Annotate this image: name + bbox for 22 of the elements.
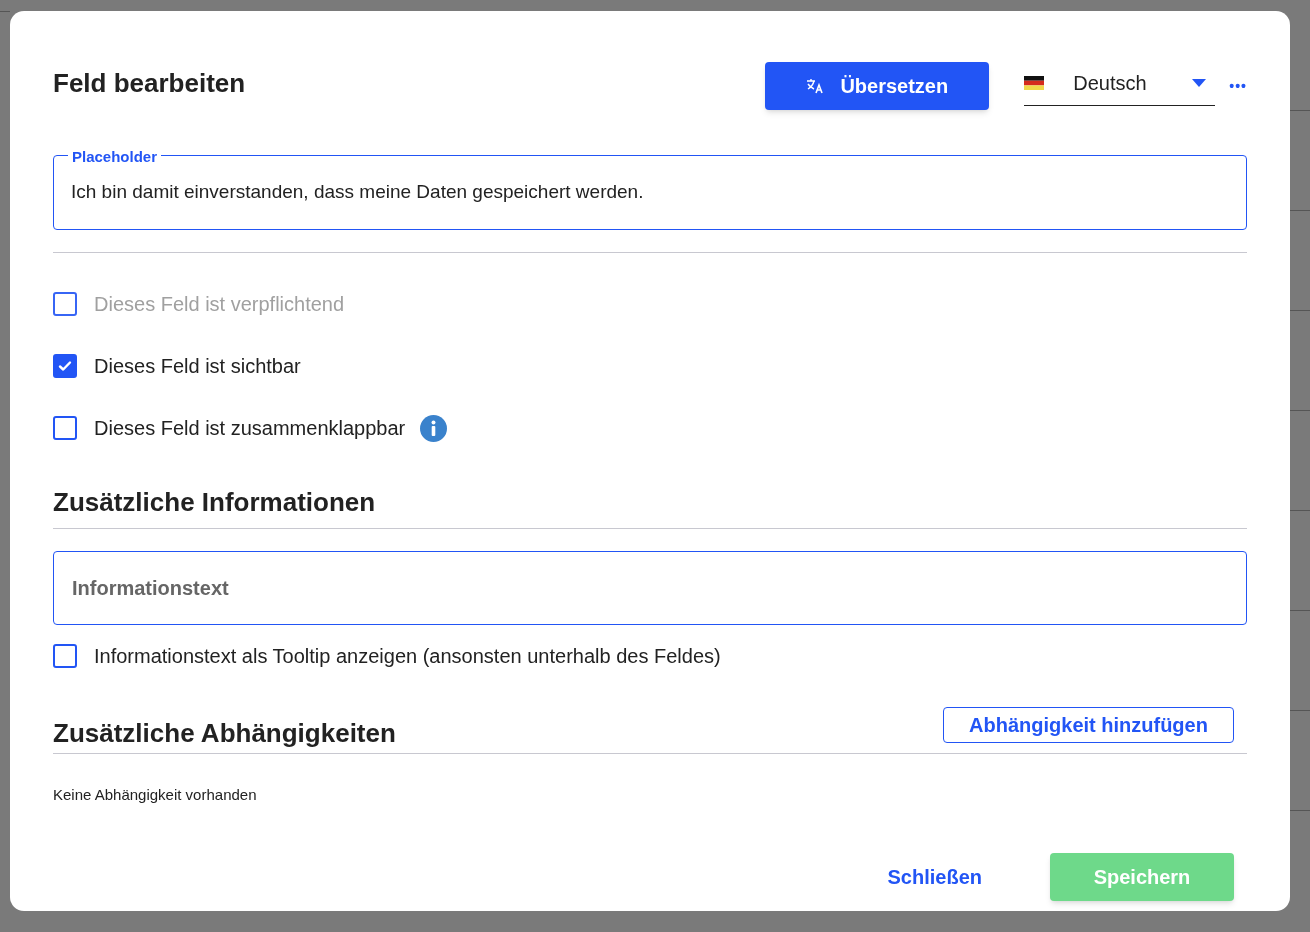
checkbox[interactable] xyxy=(53,644,77,668)
info-icon[interactable] xyxy=(420,414,448,442)
checkbox-label: Dieses Feld ist zusammenklappbar xyxy=(94,416,406,441)
checkbox-label: Informationstext als Tooltip anzeigen (ansonsten unterhalb des Feldes) xyxy=(94,644,721,669)
section-heading: Zusätzliche Abhängigkeiten xyxy=(53,717,397,750)
language-select[interactable]: Deutsch xyxy=(1024,61,1216,106)
dialog-title: Feld bearbeiten xyxy=(53,67,247,100)
empty-state-text: Keine Abhängigkeit vorhanden xyxy=(53,785,258,805)
add-dependency-button[interactable]: Abhängigkeit hinzufügen xyxy=(943,707,1234,743)
german-flag-icon xyxy=(1024,76,1045,90)
translate-button[interactable]: Übersetzen xyxy=(765,62,990,110)
checkbox-label: Dieses Feld ist sichtbar xyxy=(94,354,301,379)
section-heading: Zusätzliche Informationen xyxy=(53,486,377,519)
close-button[interactable]: Schließen xyxy=(885,861,984,892)
information-text-field[interactable]: Informationstext xyxy=(53,551,1247,625)
dropdown-caret-icon xyxy=(1192,79,1207,87)
checkbox-label: Dieses Feld ist verpflichtend xyxy=(94,292,345,317)
checkmark-icon xyxy=(57,358,73,374)
checkbox[interactable] xyxy=(53,416,77,440)
more-options-button[interactable]: ••• xyxy=(1229,76,1247,97)
translate-icon xyxy=(806,78,825,94)
checkbox[interactable] xyxy=(53,354,77,378)
